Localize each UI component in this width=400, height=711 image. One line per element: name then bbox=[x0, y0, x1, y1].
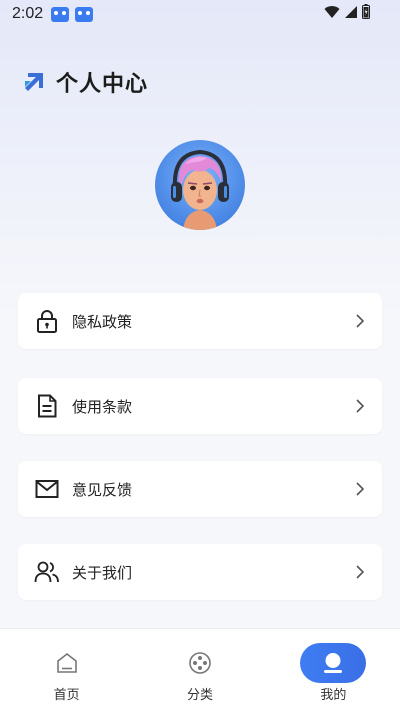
mail-icon bbox=[34, 476, 60, 502]
menu-item-label: 关于我们 bbox=[72, 563, 133, 582]
document-icon bbox=[34, 393, 60, 419]
status-bar: 2:02 bbox=[0, 0, 400, 28]
chevron-right-icon bbox=[356, 482, 365, 496]
nav-item-label: 分类 bbox=[186, 688, 213, 703]
category-icon bbox=[167, 643, 233, 683]
game-controller-icon bbox=[75, 6, 94, 22]
menu-item-feedback[interactable]: 意见反馈 bbox=[18, 461, 382, 517]
page-header: 个人中心 bbox=[22, 66, 148, 98]
nav-item-profile[interactable]: 我的 bbox=[267, 629, 400, 711]
menu-item-label: 隐私政策 bbox=[72, 312, 133, 331]
profile-icon bbox=[300, 643, 367, 683]
nav-item-label: 我的 bbox=[320, 688, 347, 703]
chevron-right-icon bbox=[356, 314, 365, 328]
home-icon bbox=[34, 643, 100, 683]
menu-item-about-us[interactable]: 关于我们 bbox=[18, 544, 382, 600]
avatar-image bbox=[171, 149, 229, 230]
menu-item-label: 意见反馈 bbox=[72, 480, 133, 499]
nav-item-home[interactable]: 首页 bbox=[0, 629, 133, 711]
status-time: 2:02 bbox=[12, 5, 44, 22]
lock-icon bbox=[34, 308, 60, 334]
users-icon bbox=[34, 559, 60, 585]
arrow-logo-icon bbox=[25, 73, 43, 91]
cellular-signal-icon bbox=[345, 5, 357, 18]
wifi-icon bbox=[324, 5, 340, 18]
avatar[interactable] bbox=[155, 140, 245, 230]
game-controller-icon bbox=[51, 6, 70, 22]
bottom-nav: 首页 分类 我的 bbox=[0, 628, 400, 711]
nav-item-category[interactable]: 分类 bbox=[133, 629, 266, 711]
nav-item-label: 首页 bbox=[53, 688, 80, 703]
chevron-right-icon bbox=[356, 565, 365, 579]
menu-item-label: 使用条款 bbox=[72, 397, 133, 416]
menu-item-terms-of-use[interactable]: 使用条款 bbox=[18, 378, 382, 434]
battery-icon bbox=[362, 4, 370, 19]
menu-item-privacy-policy[interactable]: 隐私政策 bbox=[18, 293, 382, 349]
page-title: 个人中心 bbox=[56, 72, 149, 97]
chevron-right-icon bbox=[356, 399, 365, 413]
system-status-icons bbox=[324, 4, 370, 19]
